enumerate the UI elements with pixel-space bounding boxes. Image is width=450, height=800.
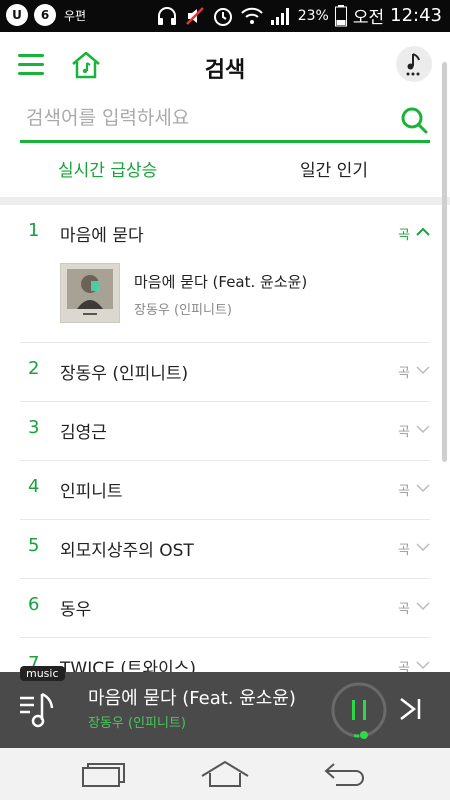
song-artist: 장동우 (인피니트) bbox=[134, 303, 232, 318]
pause-button[interactable] bbox=[330, 681, 388, 739]
system-nav-bar bbox=[0, 748, 450, 800]
tab-daily[interactable]: 일간 인기 bbox=[300, 156, 368, 181]
keyword-title: 마음에 묻다 bbox=[60, 226, 144, 246]
type-label: 곡 bbox=[398, 425, 410, 440]
list-item[interactable]: 5 외모지상주의 OST 곡 bbox=[20, 520, 430, 579]
carrier-text: 우편 bbox=[64, 8, 87, 23]
chevron-down-icon[interactable] bbox=[416, 424, 430, 434]
scrollbar[interactable] bbox=[442, 62, 447, 462]
music-note-button[interactable] bbox=[396, 46, 432, 82]
app-header: 검색 bbox=[0, 32, 450, 104]
notification-icon: 6 bbox=[34, 4, 56, 26]
chevron-down-icon[interactable] bbox=[416, 601, 430, 611]
rank-number: 2 bbox=[28, 358, 40, 379]
search-bar bbox=[20, 100, 430, 143]
rank-number: 3 bbox=[28, 417, 40, 438]
next-track-icon[interactable] bbox=[398, 696, 424, 722]
type-label: 곡 bbox=[398, 366, 410, 381]
type-label: 곡 bbox=[398, 602, 410, 617]
signal-icon bbox=[270, 7, 289, 25]
keyword-title: 인피니트 bbox=[60, 482, 123, 502]
keyword-title: 장동우 (인피니트) bbox=[60, 364, 189, 384]
chevron-down-icon[interactable] bbox=[416, 660, 430, 670]
rank-number: 5 bbox=[28, 535, 40, 556]
list-item[interactable]: 4 인피니트 곡 bbox=[20, 461, 430, 520]
chevron-down-icon[interactable] bbox=[416, 542, 430, 552]
song-title[interactable]: 마음에 묻다 (Feat. 윤소윤) bbox=[134, 271, 307, 292]
music-badge: music bbox=[20, 666, 65, 681]
list-item[interactable]: 2 장동우 (인피니트) 곡 bbox=[20, 343, 430, 402]
back-icon[interactable] bbox=[322, 760, 370, 788]
rank-number: 6 bbox=[28, 594, 40, 615]
keyword-title: 김영근 bbox=[60, 423, 107, 443]
status-ampm: 오전 bbox=[352, 8, 385, 28]
search-input[interactable] bbox=[20, 100, 392, 136]
list-item[interactable]: 6 동우 곡 bbox=[20, 579, 430, 638]
album-art[interactable] bbox=[60, 263, 120, 323]
keyword-title: 동우 bbox=[60, 600, 92, 620]
divider bbox=[0, 197, 450, 205]
now-playing-title: 마음에 묻다 (Feat. 윤소윤) bbox=[88, 688, 296, 709]
battery-icon bbox=[334, 4, 347, 26]
search-icon[interactable] bbox=[400, 106, 428, 134]
battery-percent: 23% bbox=[297, 7, 329, 24]
type-label: 곡 bbox=[398, 228, 410, 243]
music-note-icon bbox=[406, 53, 420, 76]
page-title: 검색 bbox=[204, 58, 246, 83]
keyword-title: 외모지상주의 OST bbox=[60, 541, 194, 561]
chevron-down-icon[interactable] bbox=[416, 483, 430, 493]
chevron-up-icon[interactable] bbox=[416, 227, 430, 237]
recent-apps-icon[interactable] bbox=[80, 760, 128, 788]
wifi-icon bbox=[241, 7, 263, 24]
type-label: 곡 bbox=[398, 543, 410, 558]
playlist-icon[interactable] bbox=[18, 686, 62, 734]
list-item[interactable]: 3 김영근 곡 bbox=[20, 402, 430, 461]
status-bar: U 6 우편 23% 오전 12:43 bbox=[0, 0, 450, 32]
mini-player[interactable]: 마음에 묻다 (Feat. 윤소윤) 장동우 (인피니트) bbox=[0, 672, 450, 748]
mute-icon bbox=[185, 6, 204, 25]
rank-number: 1 bbox=[28, 220, 40, 241]
status-time: 12:43 bbox=[390, 5, 442, 26]
chevron-down-icon[interactable] bbox=[416, 365, 430, 375]
now-playing-artist: 장동우 (인피니트) bbox=[88, 716, 186, 731]
app-notification-icon: U bbox=[6, 4, 28, 26]
alarm-icon bbox=[213, 7, 232, 26]
type-label: 곡 bbox=[398, 484, 410, 499]
tab-realtime[interactable]: 실시간 급상승 bbox=[58, 156, 157, 181]
list-item[interactable]: 1 마음에 묻다 곡 마음에 묻다 (Feat. 윤소윤) 장동우 (인피니트) bbox=[20, 205, 430, 343]
rank-number: 4 bbox=[28, 476, 40, 497]
home-nav-icon[interactable] bbox=[200, 760, 250, 788]
headphones-icon bbox=[157, 6, 176, 25]
chart-tabs: 실시간 급상승 일간 인기 bbox=[0, 150, 450, 192]
